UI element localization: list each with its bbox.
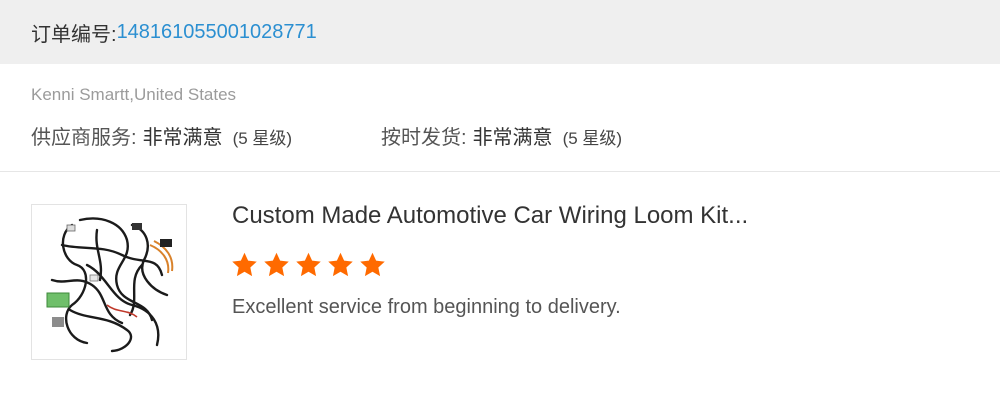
feedback-info: Kenni Smartt,United States 供应商服务: 非常满意 (… [0,64,1000,172]
ratings-row: 供应商服务: 非常满意 (5 星级) 按时发货: 非常满意 (5 星级) [31,121,931,149]
star-icon [328,252,353,277]
review-comment: Excellent service from beginning to deli… [232,296,621,318]
star-icon [360,252,385,277]
on-time-delivery-rating: 按时发货: 非常满意 (5 星级) [381,121,622,150]
on-time-delivery-label: 按时发货: [381,127,467,149]
star-icon [264,252,289,277]
order-number-label: 订单编号: [31,23,117,46]
buyer-name-country: Kenni Smartt,United States [31,85,237,104]
star-icon [296,252,321,277]
product-title[interactable]: Custom Made Automotive Car Wiring Loom K… [232,202,748,230]
supplier-service-value: 非常满意 [142,127,223,149]
supplier-service-rating: 供应商服务: 非常满意 (5 星级) [31,121,292,150]
supplier-service-level: (5 星级) [232,129,293,148]
order-number-link[interactable]: 148161055001028771 [117,21,317,44]
star-icon [232,252,257,277]
order-header: 订单编号: 148161055001028771 [0,0,1000,64]
star-rating [230,251,387,279]
product-thumbnail[interactable] [31,204,187,360]
wiring-harness-image [32,205,186,359]
supplier-service-label: 供应商服务: [31,127,137,149]
on-time-delivery-value: 非常满意 [472,127,553,149]
on-time-delivery-level: (5 星级) [562,129,623,148]
